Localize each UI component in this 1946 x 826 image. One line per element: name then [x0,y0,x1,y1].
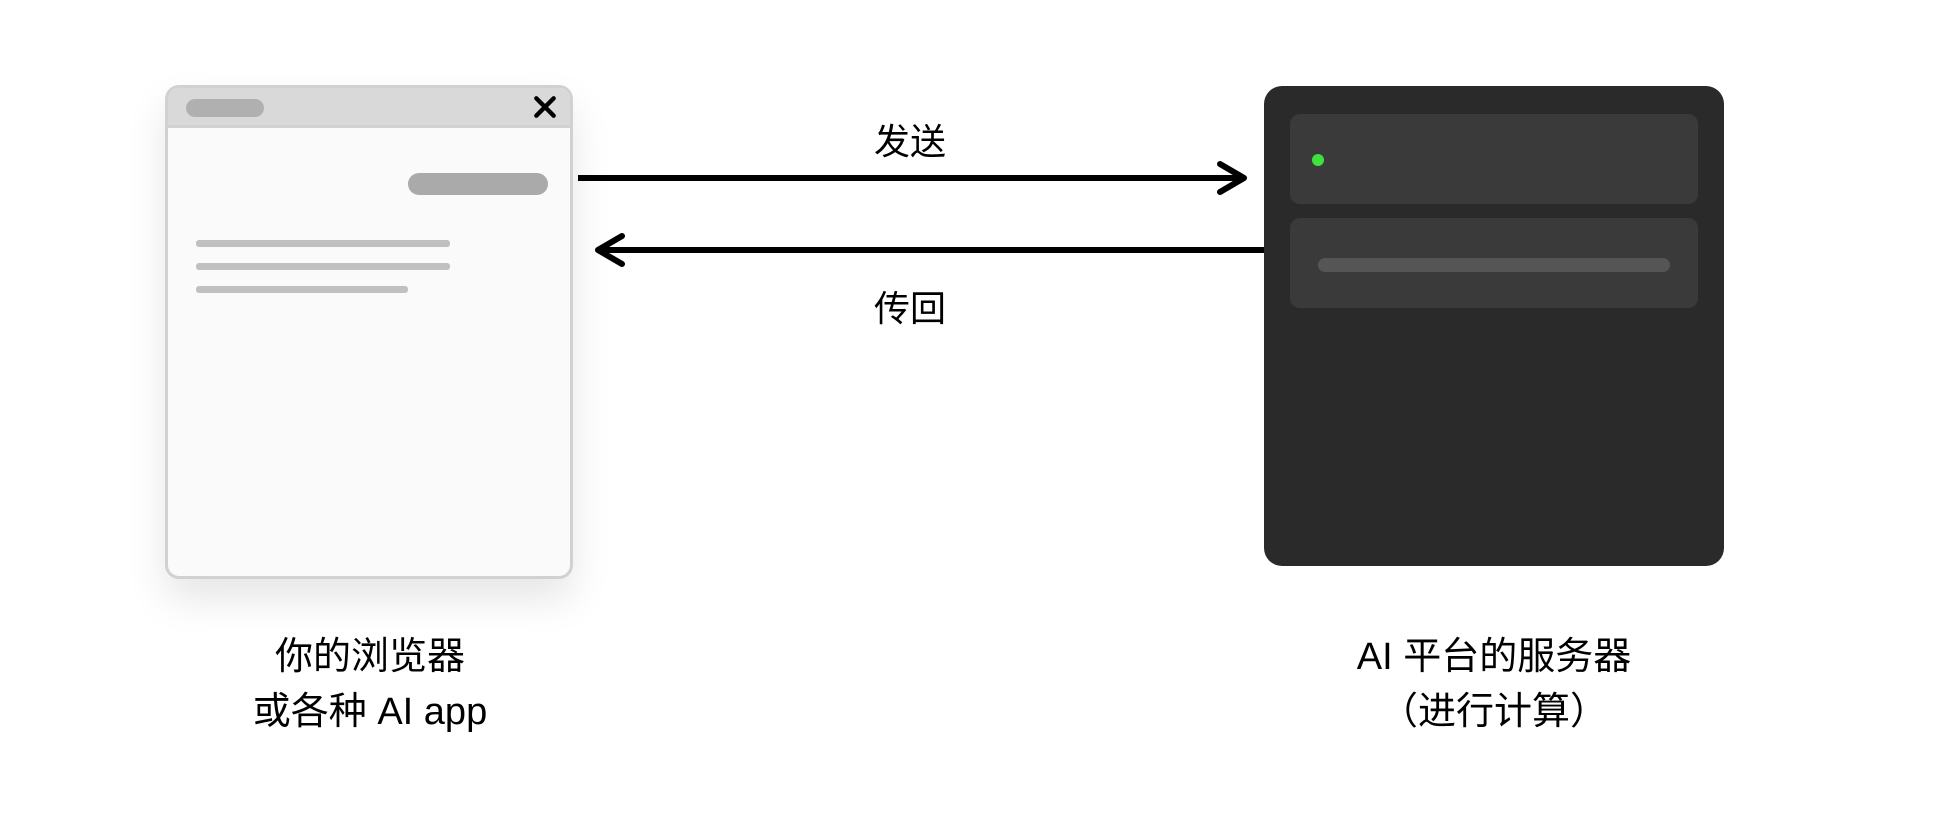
diagram-container: 发送 传回 你的浏览器 或各种 AI app AI 平台的服务器 （进行计算） [0,0,1946,826]
server-slot [1290,218,1698,308]
chat-reply-line [196,286,408,293]
server-caption-line1: AI 平台的服务器 [1357,636,1631,678]
server-progress-bar [1318,258,1670,272]
server-caption-line2: （进行计算） [1380,691,1608,733]
server-chassis [1264,86,1724,566]
window-titlebar [168,88,570,128]
client-caption-line1: 你的浏览器 [275,636,465,678]
chat-reply-line [196,240,450,247]
label-return: 传回 [850,280,970,332]
arrow-return-icon [578,230,1264,270]
client-caption-line2: 或各种 AI app [253,691,487,733]
chat-reply-line [196,263,450,270]
client-caption: 你的浏览器 或各种 AI app [140,630,600,740]
chat-user-message [408,173,548,195]
server-slot [1290,114,1698,204]
close-icon [532,94,558,120]
label-send: 发送 [850,113,970,165]
window-title-pill [186,99,264,117]
status-led-icon [1312,154,1324,166]
server-caption: AI 平台的服务器 （进行计算） [1264,630,1724,740]
client-browser-window [165,85,573,579]
